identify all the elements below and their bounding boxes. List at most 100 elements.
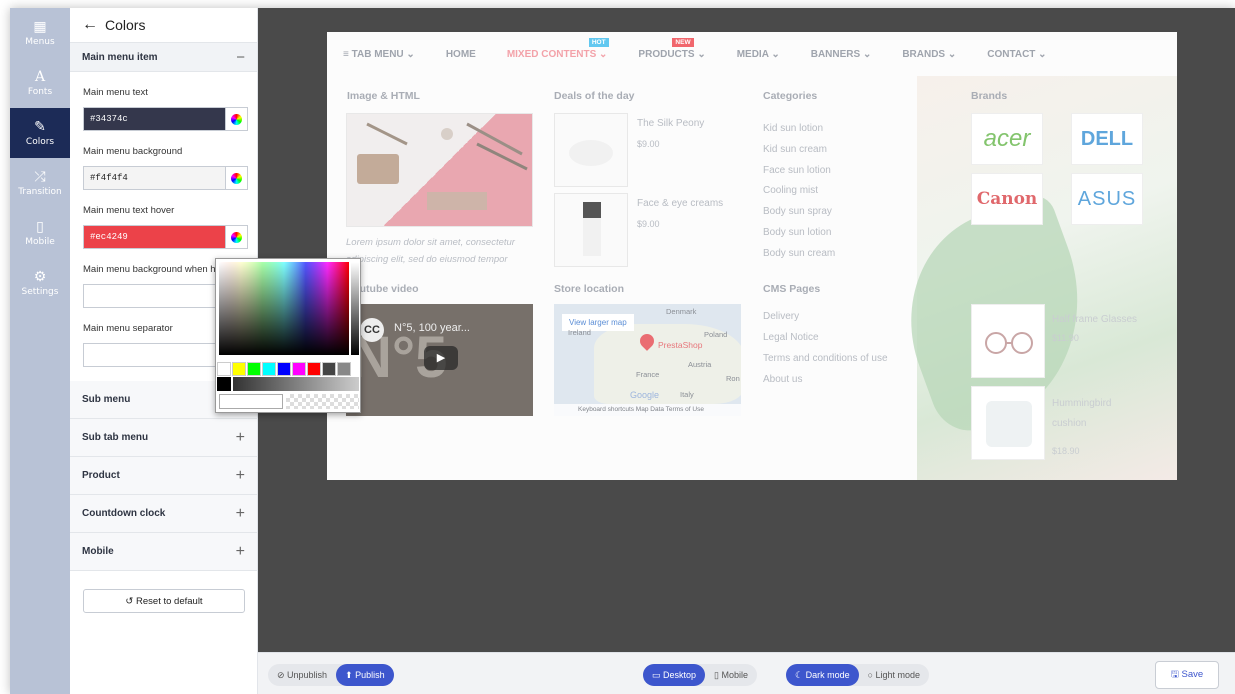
map-label: France — [636, 370, 660, 379]
saturation-value-area[interactable] — [219, 262, 349, 355]
section-sub-tab-menu[interactable]: Sub tab menu + — [70, 419, 257, 457]
menu-item-media[interactable]: MEDIA ⌄ — [737, 49, 780, 60]
menu-item-banners[interactable]: BANNERS ⌄ — [811, 49, 872, 60]
expand-icon[interactable]: + — [236, 467, 245, 485]
publish-button[interactable]: ⬆ Publish — [336, 664, 394, 686]
swatch-green[interactable] — [247, 362, 261, 376]
shuffle-icon: ⤮ — [34, 169, 46, 185]
rail-label-colors: Colors — [25, 137, 55, 147]
color-picker-button[interactable] — [225, 108, 247, 130]
side-product-2-name[interactable]: Hummingbird cushion — [1052, 394, 1147, 434]
icon-rail: ▦ Menus A Fonts ✎ Colors ⤮ Transition ▯ … — [10, 8, 70, 694]
col-title-cms: CMS Pages — [763, 283, 821, 295]
youtube-video-embed[interactable]: N°5 CC N°5, 100 year... ▶ — [346, 304, 533, 416]
color-field-menu-background[interactable]: #f4f4f4 — [83, 166, 248, 190]
light-mode-button[interactable]: ○ Light mode — [859, 664, 929, 686]
category-item[interactable]: Cooling mist — [763, 181, 835, 202]
menu-item-mixed-contents[interactable]: MIXED CONTENTS ⌄ HOT — [507, 37, 609, 60]
section-label: Sub tab menu — [82, 432, 149, 443]
expand-icon[interactable]: + — [236, 429, 245, 447]
color-picker-popup[interactable] — [215, 258, 361, 413]
cms-link[interactable]: Legal Notice — [763, 332, 819, 343]
swatch-dark[interactable] — [322, 362, 336, 376]
field-label-menu-text-hover: Main menu text hover — [83, 205, 175, 216]
rail-item-mobile[interactable]: ▯ Mobile — [10, 208, 70, 258]
category-item[interactable]: Body sun cream — [763, 244, 835, 265]
glasses-drawing — [985, 332, 1033, 354]
unpublish-button[interactable]: ⊘ Unpublish — [268, 664, 336, 686]
swatch-yellow[interactable] — [232, 362, 246, 376]
rail-item-colors[interactable]: ✎ Colors — [10, 108, 70, 158]
collapse-icon[interactable]: − — [236, 49, 245, 66]
menu-item-brands[interactable]: BRANDS ⌄ — [902, 49, 956, 60]
section-main-menu-item[interactable]: Main menu item − — [70, 42, 257, 72]
color-hex-input[interactable] — [219, 394, 283, 409]
store-map[interactable]: View larger map PrestaShop Denmark Polan… — [554, 304, 741, 416]
expand-icon[interactable]: + — [236, 505, 245, 523]
rail-item-menus[interactable]: ▦ Menus — [10, 8, 70, 58]
font-icon: A — [34, 69, 46, 85]
swatch-red[interactable] — [307, 362, 321, 376]
rail-item-fonts[interactable]: A Fonts — [10, 58, 70, 108]
color-value[interactable]: #34374c — [84, 108, 225, 130]
category-item[interactable]: Body sun lotion — [763, 223, 835, 244]
hue-slider[interactable] — [351, 262, 359, 355]
side-product-1-image[interactable] — [971, 304, 1045, 378]
swatch-magenta[interactable] — [292, 362, 306, 376]
col-title-store-location: Store location — [554, 283, 625, 295]
color-wheel-icon — [231, 113, 242, 125]
color-value[interactable]: #f4f4f4 — [84, 167, 225, 189]
back-arrow-icon[interactable]: ← — [82, 16, 98, 34]
deal-name-1[interactable]: The Silk Peony — [637, 118, 704, 129]
reset-to-default-button[interactable]: ↺ Reset to default — [83, 589, 245, 613]
mobile-button[interactable]: ▯ Mobile — [705, 664, 757, 686]
swatch-blue[interactable] — [277, 362, 291, 376]
channel-logo: CC — [360, 318, 384, 342]
menu-item-products[interactable]: PRODUCTS ⌄ NEW — [638, 37, 706, 60]
brand-canon[interactable]: Canon — [971, 173, 1043, 225]
play-icon[interactable]: ▶ — [424, 346, 458, 370]
desktop-button[interactable]: ▭ Desktop — [643, 664, 706, 686]
swatch-gray[interactable] — [337, 362, 351, 376]
video-title[interactable]: N°5, 100 year... — [394, 322, 470, 334]
alpha-slider[interactable] — [233, 377, 359, 391]
dark-mode-button[interactable]: ☾ Dark mode — [786, 664, 859, 686]
save-button[interactable]: 🖫 Save — [1155, 661, 1219, 689]
section-countdown-clock[interactable]: Countdown clock + — [70, 495, 257, 533]
cms-link[interactable]: About us — [763, 374, 802, 385]
side-product-2-image[interactable] — [971, 386, 1045, 460]
deal-name-2[interactable]: Face & eye creams — [637, 198, 723, 209]
section-mobile[interactable]: Mobile + — [70, 533, 257, 571]
side-product-1-name[interactable]: Half frame Glasses — [1052, 314, 1137, 325]
brand-dell[interactable]: DELL — [1071, 113, 1143, 165]
preview-menubar: ≡ TAB MENU ⌄ HOME MIXED CONTENTS ⌄ HOT P… — [327, 32, 1177, 76]
menu-item-contact[interactable]: CONTACT ⌄ — [987, 49, 1046, 60]
category-item[interactable]: Kid sun cream — [763, 140, 835, 161]
menu-item-tab-menu[interactable]: ≡ TAB MENU ⌄ — [343, 49, 415, 60]
color-picker-button[interactable] — [225, 226, 247, 248]
category-item[interactable]: Face sun lotion — [763, 161, 835, 182]
category-item[interactable]: Body sun spray — [763, 202, 835, 223]
device-toggle: ▭ Desktop ▯ Mobile — [643, 664, 757, 686]
swatch-white[interactable] — [217, 362, 231, 376]
menu-item-home[interactable]: HOME — [446, 49, 476, 60]
color-value[interactable]: #ec4249 — [84, 226, 225, 248]
brand-acer[interactable]: acer — [971, 113, 1043, 165]
rail-label-mobile: Mobile — [25, 237, 55, 247]
cms-link[interactable]: Terms and conditions of use — [763, 353, 888, 364]
swatch-black[interactable] — [217, 377, 231, 391]
brand-asus[interactable]: ASUS — [1071, 173, 1143, 225]
color-field-menu-text[interactable]: #34374c — [83, 107, 248, 131]
rail-item-transition[interactable]: ⤮ Transition — [10, 158, 70, 208]
swatch-cyan[interactable] — [262, 362, 276, 376]
category-item[interactable]: Kid sun lotion — [763, 119, 835, 140]
color-value[interactable] — [84, 344, 225, 366]
section-product[interactable]: Product + — [70, 457, 257, 495]
cms-link[interactable]: Delivery — [763, 311, 799, 322]
color-picker-button[interactable] — [225, 167, 247, 189]
menu-preview-canvas: ≡ TAB MENU ⌄ HOME MIXED CONTENTS ⌄ HOT P… — [327, 32, 1177, 480]
color-field-menu-text-hover[interactable]: #ec4249 — [83, 225, 248, 249]
color-value[interactable] — [84, 285, 225, 307]
rail-item-settings[interactable]: ⚙ Settings — [10, 258, 70, 308]
expand-icon[interactable]: + — [236, 543, 245, 561]
